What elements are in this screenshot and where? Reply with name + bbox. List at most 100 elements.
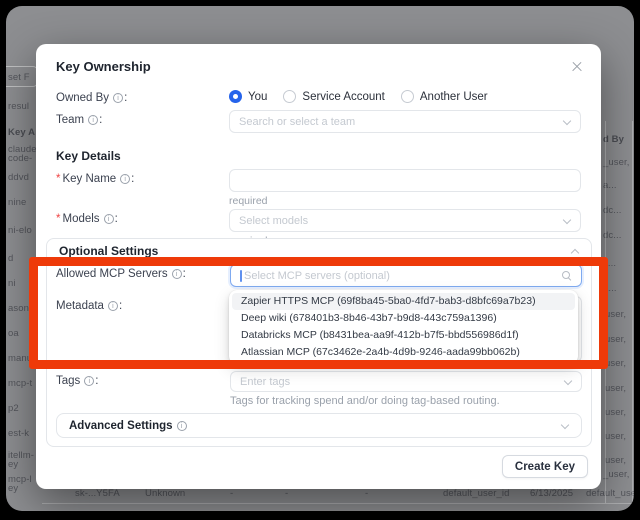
background-table-text: ni-elo xyxy=(8,225,32,236)
modal-footer: Create Key xyxy=(502,455,588,478)
background-table-text: user, xyxy=(605,334,626,345)
info-icon xyxy=(104,214,114,224)
advanced-settings-title: Advanced Settings xyxy=(69,420,188,432)
search-icon xyxy=(562,271,572,281)
owned-by-row: Owned By: You Service Account Another Us… xyxy=(56,88,581,104)
owned-by-label-text: Owned By xyxy=(56,92,109,104)
models-select-placeholder: Select models xyxy=(239,215,557,227)
radio-label: Service Account xyxy=(302,91,384,103)
background-table-text: manu xyxy=(8,353,32,364)
create-key-button[interactable]: Create Key xyxy=(502,455,588,478)
team-label: Team: xyxy=(56,110,229,126)
team-select[interactable]: Search or select a team xyxy=(229,110,581,133)
required-asterisk: * xyxy=(56,213,60,225)
advanced-settings-title-text: Advanced Settings xyxy=(69,420,173,432)
close-icon[interactable] xyxy=(569,59,585,75)
background-column-divider xyxy=(605,121,606,503)
chevron-up-icon xyxy=(571,247,579,255)
info-icon xyxy=(108,301,118,311)
background-table-text: nine xyxy=(8,197,26,208)
app-window-dimmed: set FresulKey Aclaudecode-ddvdnineni-elo… xyxy=(6,6,634,511)
models-label-text: Models xyxy=(62,213,99,225)
radio-unselected-icon xyxy=(401,90,414,103)
tags-row: Tags: Enter tags xyxy=(56,371,582,392)
tags-select[interactable]: Enter tags xyxy=(230,371,582,392)
radio-option-service-account[interactable]: Service Account xyxy=(283,90,384,103)
required-asterisk: * xyxy=(56,173,60,185)
allowed-mcp-label-text: Allowed MCP Servers xyxy=(56,268,168,280)
background-table-text: - xyxy=(285,488,288,499)
background-table-text: user, xyxy=(605,358,626,369)
tags-label: Tags: xyxy=(56,371,230,387)
background-table-text: user, xyxy=(605,383,626,394)
background-table-text: user, xyxy=(605,407,626,418)
key-details-heading: Key Details xyxy=(56,149,581,163)
tags-placeholder: Enter tags xyxy=(240,376,558,388)
models-select[interactable]: Select models xyxy=(229,209,581,232)
dropdown-option-deep-wiki[interactable]: Deep wiki (678401b3-8b46-43b7-b9d8-443c7… xyxy=(232,310,575,327)
key-name-label: *Key Name: xyxy=(56,169,229,185)
info-icon xyxy=(120,174,130,184)
radio-option-you[interactable]: You xyxy=(229,90,267,103)
info-icon xyxy=(113,93,123,103)
models-label: *Models: xyxy=(56,209,229,225)
metadata-label-text: Metadata xyxy=(56,300,104,312)
chevron-down-icon xyxy=(563,217,571,225)
background-table-text: ni xyxy=(8,278,16,289)
advanced-settings-panel[interactable]: Advanced Settings xyxy=(56,413,582,438)
key-name-label-text: Key Name xyxy=(62,173,116,185)
background-table-text: Unknown xyxy=(145,488,185,499)
team-select-placeholder: Search or select a team xyxy=(239,116,557,128)
background-table-text: _user, xyxy=(603,469,629,480)
radio-label: Another User xyxy=(420,91,488,103)
modal-header: Key Ownership xyxy=(36,44,601,75)
owned-by-label: Owned By: xyxy=(56,88,229,104)
radio-option-another-user[interactable]: Another User xyxy=(401,90,488,103)
background-table-text: - xyxy=(365,488,368,499)
optional-settings-header[interactable]: Optional Settings xyxy=(47,239,591,263)
dropdown-option-atlassian[interactable]: Atlassian MCP (67c3462e-2a4b-4d9b-9246-a… xyxy=(232,344,575,361)
dropdown-option-zapier[interactable]: Zapier HTTPS MCP (69f8ba45-5ba0-4fd7-bab… xyxy=(232,293,575,310)
background-table-text: sk-...Y5FA xyxy=(75,488,120,499)
models-row: *Models: Select models xyxy=(56,209,581,232)
background-table-text: mcp-t xyxy=(8,378,32,389)
metadata-label: Metadata: xyxy=(56,296,230,312)
background-table-text: ddvd xyxy=(8,172,29,183)
key-name-input[interactable] xyxy=(229,169,581,192)
background-table-text: user, xyxy=(605,455,626,466)
background-table-text: d By xyxy=(603,134,624,145)
chevron-down-icon xyxy=(563,118,571,126)
tags-help-text: Tags for tracking spend and/or doing tag… xyxy=(230,395,582,407)
background-table-text: user, xyxy=(605,309,626,320)
allowed-mcp-label: Allowed MCP Servers: xyxy=(56,264,230,280)
background-column-divider xyxy=(632,121,633,503)
modal-title: Key Ownership xyxy=(56,59,151,74)
owned-by-radio-group: You Service Account Another User xyxy=(229,88,581,103)
tags-label-text: Tags xyxy=(56,375,80,387)
chevron-down-icon xyxy=(564,378,572,386)
background-table-text: default_user_id xyxy=(443,488,509,499)
background-table-text: set F xyxy=(8,72,30,83)
info-icon xyxy=(84,376,94,386)
background-table-text: p2 xyxy=(8,403,19,414)
background-table-text: ey xyxy=(8,459,18,470)
key-name-row: *Key Name: xyxy=(56,169,581,192)
background-table-text: code- xyxy=(8,153,32,164)
radio-selected-icon xyxy=(229,90,242,103)
background-row-divider xyxy=(42,503,632,504)
allowed-mcp-placeholder: Select MCP servers (optional) xyxy=(244,270,556,282)
background-table-text: - xyxy=(230,488,233,499)
create-key-modal: Key Ownership Owned By: You Service Acco… xyxy=(36,44,601,489)
background-table-text: resul xyxy=(8,101,29,112)
mcp-server-dropdown: Zapier HTTPS MCP (69f8ba45-5ba0-4fd7-bab… xyxy=(229,290,578,364)
allowed-mcp-row: Allowed MCP Servers: Select MCP servers … xyxy=(56,264,582,287)
background-table-text: est-k xyxy=(8,428,29,439)
team-label-text: Team xyxy=(56,114,84,126)
background-table-text: 6/13/2025 xyxy=(530,488,573,499)
allowed-mcp-select[interactable]: Select MCP servers (optional) xyxy=(230,264,582,287)
chevron-down-icon xyxy=(561,422,569,430)
dropdown-option-databricks[interactable]: Databricks MCP (b8431bea-aa9f-412b-b7f5-… xyxy=(232,327,575,344)
info-icon xyxy=(88,115,98,125)
radio-label: You xyxy=(248,91,267,103)
info-icon xyxy=(177,421,187,431)
